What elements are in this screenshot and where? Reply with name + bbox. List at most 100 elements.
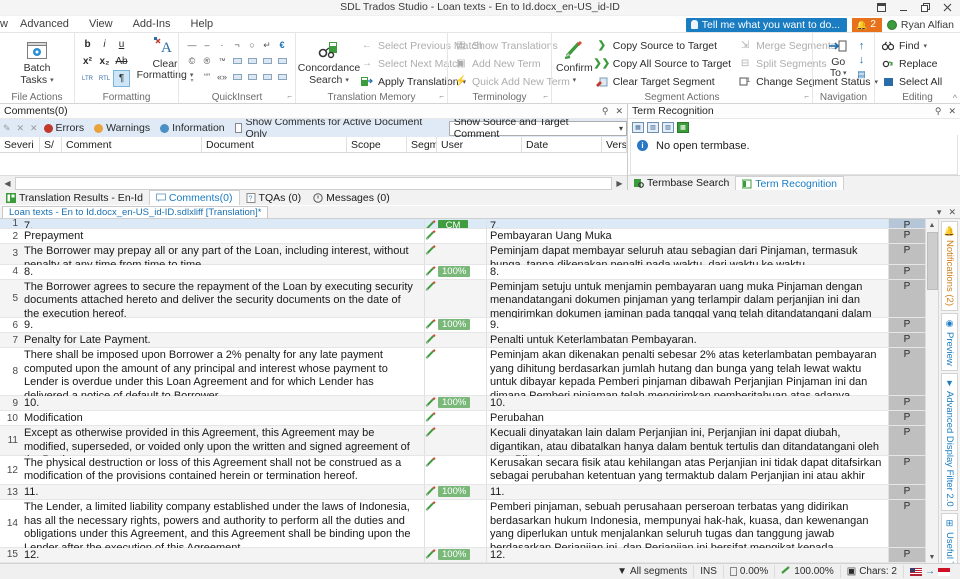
target-segment-cell[interactable]: Peminjam setuju untuk menjamin pembayara… [487, 279, 889, 333]
dialog-launcher-icon[interactable]: ⌐ [804, 90, 809, 103]
copy-all-source-to-target-button[interactable]: ❯❯ Copy All Source to Target [593, 55, 736, 72]
scroll-track[interactable] [15, 176, 612, 190]
segment-status-cell[interactable] [425, 279, 487, 318]
batch-tasks-button[interactable]: Batch Tasks ▾ [6, 36, 68, 86]
target-segment-cell[interactable]: 7. [487, 219, 889, 228]
document-tab[interactable]: Loan texts - En to Id.docx_en-US_id-ID.s… [2, 206, 269, 218]
confirm-button[interactable]: Confirm ▾ [556, 36, 593, 86]
close-icon[interactable] [936, 0, 958, 15]
degree-button[interactable]: ○ [245, 37, 260, 53]
source-segment-cell[interactable]: 10. [22, 396, 425, 410]
table-row[interactable]: 2 Prepayment Pembayaran Uang Muka P [0, 229, 925, 244]
tab-messages[interactable]: Messages (0) [307, 190, 396, 205]
source-segment-cell[interactable]: The physical destruction or loss of this… [22, 455, 425, 485]
tag-button-6[interactable] [245, 69, 260, 85]
guillemet-button[interactable]: «» [215, 69, 230, 85]
user-account[interactable]: Ryan Alfian [886, 19, 958, 31]
bookmark-button[interactable]: ▤ [857, 68, 866, 81]
tab-list-icon[interactable]: ▾ [937, 206, 942, 218]
view-term-details-icon[interactable]: ▨ [662, 121, 674, 133]
rail-tab-notifications[interactable]: 🔔 Notifications (2) [940, 221, 959, 311]
segment-status-cell[interactable]: 100% [425, 396, 487, 410]
close-document-icon[interactable]: ✕ [948, 206, 956, 218]
source-segment-cell[interactable]: 12. [22, 547, 425, 562]
segment-status-cell[interactable]: CM [425, 219, 487, 228]
right-to-left-button[interactable]: RTL [96, 70, 113, 87]
underline-button[interactable]: u [113, 36, 130, 53]
table-row[interactable]: 8 There shall be imposed upon Borrower a … [0, 348, 925, 415]
segment-status-cell[interactable] [425, 455, 487, 485]
clear-target-segment-button[interactable]: Clear Target Segment [593, 73, 736, 90]
source-segment-cell[interactable]: The Borrower agrees to secure the repaym… [22, 279, 425, 320]
target-segment-cell[interactable]: Perubahan [487, 411, 889, 425]
table-row[interactable]: 4 8. 100% 8. P [0, 264, 925, 280]
tag-button-2[interactable] [245, 53, 260, 69]
move-up-button[interactable]: ↑ [859, 40, 865, 53]
segment-status-cell[interactable] [425, 244, 487, 264]
segment-status-cell[interactable]: 100% [425, 318, 487, 333]
en-dash-button[interactable]: – [200, 37, 215, 53]
bold-button[interactable]: b [79, 36, 96, 53]
strikethrough-button[interactable]: Ab [113, 53, 130, 70]
superscript-button[interactable]: x² [79, 53, 96, 70]
close-icon[interactable]: ✕ [948, 106, 956, 117]
segment-status-cell[interactable] [425, 229, 487, 243]
tag-button-7[interactable] [260, 69, 275, 85]
table-row[interactable]: 3 The Borrower may prepay all or any part… [0, 244, 925, 271]
segment-status-cell[interactable] [425, 500, 487, 547]
subscript-button[interactable]: x₂ [96, 53, 113, 70]
table-row[interactable]: 12 The physical destruction or loss of th… [0, 455, 925, 496]
tag-button-4[interactable] [275, 53, 290, 69]
pin-icon[interactable]: ⚲ [602, 106, 609, 117]
dialog-launcher-icon[interactable]: ⌐ [439, 90, 444, 103]
go-to-button[interactable]: Go To ▾ [821, 39, 855, 81]
dialog-launcher-icon[interactable]: ⌐ [287, 90, 292, 103]
source-segment-cell[interactable]: Modification [22, 411, 425, 425]
filter-errors[interactable]: Errors [41, 122, 92, 134]
quote-low-button[interactable]: „ [185, 69, 200, 85]
tab-termbase-search[interactable]: Termbase Search [628, 176, 735, 191]
table-row[interactable]: 11 Except as otherwise provided in this A… [0, 426, 925, 466]
segment-status-cell[interactable] [425, 348, 487, 395]
column-document[interactable]: Document [202, 137, 347, 152]
editor-vertical-scrollbar[interactable]: ▲ ▼ [925, 219, 938, 563]
menu-item-review[interactable]: w [0, 16, 10, 33]
column-version[interactable]: Version [602, 137, 627, 152]
table-row[interactable]: 10 Modification Perubahan P [0, 411, 925, 426]
tag-button-5[interactable] [230, 69, 245, 85]
segment-status-cell[interactable] [425, 426, 487, 455]
column-date[interactable]: Date [522, 137, 602, 152]
column-comment[interactable]: Comment [62, 137, 202, 152]
termbase-settings-icon[interactable]: ▦ [632, 121, 644, 133]
menu-item-add-ins[interactable]: Add-Ins [123, 16, 181, 33]
target-segment-cell[interactable]: Peminjam akan dikenakan penalti sebesar … [487, 348, 889, 415]
source-segment-cell[interactable]: 11. [22, 485, 425, 500]
tell-me-search-box[interactable]: Tell me what you want to do... [685, 17, 848, 32]
concordance-search-button[interactable]: Concordance Search ▾ [298, 36, 360, 86]
chevron-down-icon[interactable]: ▾ [573, 75, 577, 86]
segment-status-cell[interactable]: 100% [425, 264, 487, 279]
insert-mode-status[interactable]: INS [693, 565, 723, 578]
source-segment-cell[interactable]: There shall be imposed upon Borrower a 2… [22, 348, 425, 402]
chevron-down-icon[interactable]: ▾ [50, 75, 54, 86]
edit-comment-button[interactable]: ✎ [0, 121, 14, 136]
source-segment-cell[interactable]: 9. [22, 318, 425, 333]
tag-button-8[interactable] [275, 69, 290, 85]
termbase-viewer-icon[interactable]: ▩ [677, 121, 689, 133]
tab-tqas[interactable]: ? TQAs (0) [240, 190, 308, 205]
scroll-down-icon[interactable]: ▼ [926, 551, 939, 563]
delete-all-comments-button[interactable]: ✕ [27, 121, 41, 136]
source-segment-cell[interactable]: Prepayment [22, 229, 425, 243]
scroll-right-icon[interactable]: ▶ [612, 176, 627, 190]
scroll-left-icon[interactable]: ◀ [0, 176, 15, 190]
target-segment-cell[interactable]: 8. [487, 264, 889, 279]
target-segment-cell[interactable]: Kecuali dinyatakan lain dalam Perjanjian… [487, 426, 889, 466]
restore-down-icon[interactable] [870, 0, 892, 15]
column-status[interactable]: S/ [40, 137, 62, 152]
language-pair-status[interactable]: → [903, 565, 956, 578]
table-row[interactable]: 15 12. 100% 12. P [0, 547, 925, 563]
insert-term-icon[interactable]: ▧ [647, 121, 659, 133]
segment-status-cell[interactable] [425, 411, 487, 425]
menu-item-view[interactable]: View [79, 16, 123, 33]
left-to-right-button[interactable]: LTR [79, 70, 96, 87]
